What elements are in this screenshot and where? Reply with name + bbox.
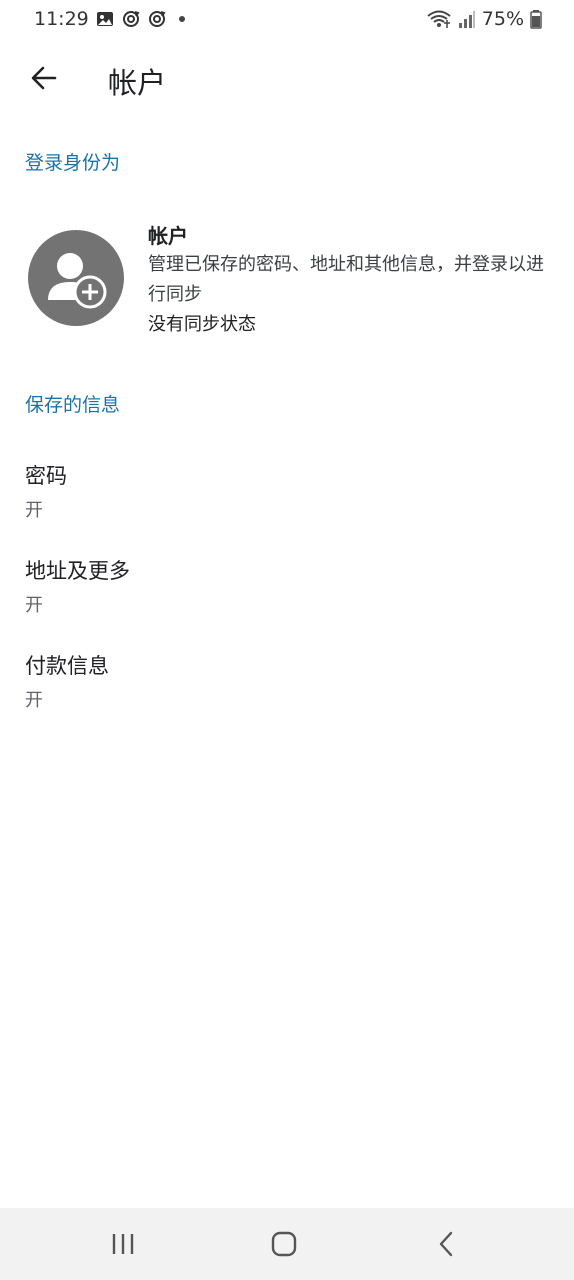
list-item-title: 付款信息 bbox=[25, 654, 109, 678]
status-time: 11:29 bbox=[34, 8, 89, 30]
back-chevron-icon bbox=[439, 1231, 453, 1257]
sync-icon bbox=[148, 11, 166, 27]
battery-icon bbox=[530, 10, 542, 29]
signin-section-header: 登录身份为 bbox=[25, 152, 121, 174]
account-title: 帐户 bbox=[148, 224, 188, 248]
sync-status: 没有同步状态 bbox=[148, 314, 256, 335]
status-right: 75% bbox=[426, 8, 542, 30]
page-title: 帐户 bbox=[108, 66, 167, 100]
list-item-addresses[interactable]: 地址及更多 开 bbox=[0, 555, 574, 635]
back-nav-button[interactable] bbox=[426, 1226, 466, 1262]
account-row[interactable]: 帐户 管理已保存的密码、地址和其他信息，并登录以进行同步 没有同步状态 bbox=[0, 218, 574, 348]
home-icon bbox=[271, 1231, 297, 1257]
back-button[interactable] bbox=[24, 58, 64, 98]
status-bar: 11:29 75% bbox=[0, 0, 574, 40]
home-button[interactable] bbox=[264, 1226, 304, 1262]
account-description: 管理已保存的密码、地址和其他信息，并登录以进行同步 bbox=[148, 254, 544, 305]
list-item-value: 开 bbox=[25, 690, 43, 711]
notification-dot bbox=[178, 16, 185, 22]
list-item-value: 开 bbox=[25, 595, 43, 616]
avatar bbox=[28, 230, 124, 326]
list-item-payment[interactable]: 付款信息 开 bbox=[0, 650, 574, 730]
sync-icon bbox=[122, 11, 140, 27]
wifi-icon bbox=[427, 10, 451, 28]
list-item-title: 密码 bbox=[25, 464, 67, 488]
account-text: 帐户 管理已保存的密码、地址和其他信息，并登录以进行同步 没有同步状态 bbox=[148, 222, 548, 340]
signal-icon bbox=[458, 11, 475, 28]
app-bar: 帐户 bbox=[0, 50, 574, 106]
status-left: 11:29 bbox=[34, 8, 185, 30]
list-item-title: 地址及更多 bbox=[25, 559, 130, 583]
list-item-value: 开 bbox=[25, 500, 43, 521]
list-item-passwords[interactable]: 密码 开 bbox=[0, 460, 574, 540]
add-account-icon bbox=[48, 253, 107, 309]
gallery-icon bbox=[96, 12, 113, 26]
system-nav-bar bbox=[0, 1208, 574, 1280]
recent-apps-button[interactable] bbox=[103, 1226, 143, 1262]
recent-apps-icon bbox=[112, 1234, 134, 1254]
battery-percent: 75% bbox=[481, 8, 524, 30]
arrow-left-icon bbox=[31, 66, 57, 90]
saved-section-header: 保存的信息 bbox=[25, 394, 121, 416]
